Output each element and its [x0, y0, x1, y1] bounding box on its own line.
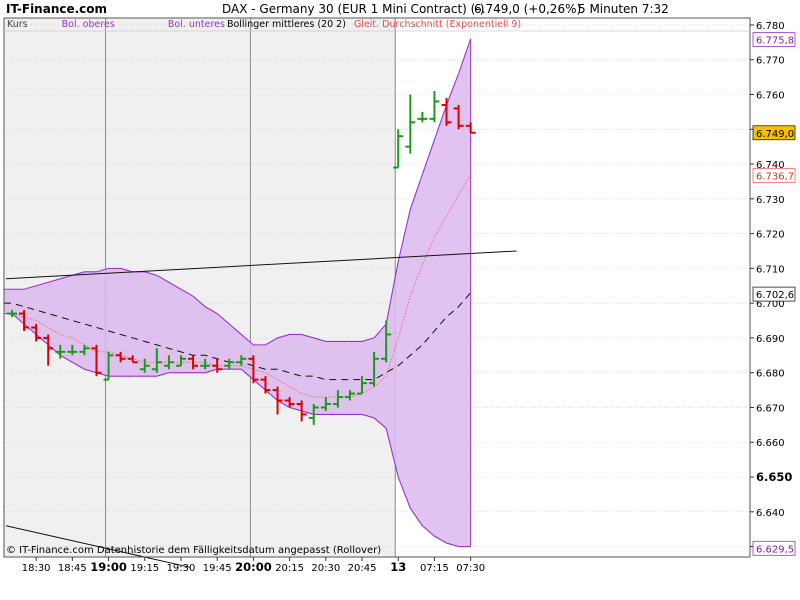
y-tick-label: 6.640	[756, 508, 785, 519]
price-label-text: 6.736,7	[756, 172, 794, 183]
instrument-title: DAX - Germany 30 (EUR 1 Mini Contract) (…	[222, 2, 484, 16]
y-tick-label: 6.690	[756, 334, 785, 345]
legend-item: Kurs	[7, 19, 28, 30]
x-tick-label: 07:15	[420, 563, 449, 574]
legend-item: Bollinger mittleres (20 2)	[227, 19, 346, 30]
x-tick-label: 20:00	[235, 560, 272, 574]
y-tick-label: 6.760	[756, 91, 785, 102]
y-tick-label: 6.780	[756, 21, 785, 32]
price-label-ema: 6.736,7	[752, 168, 796, 183]
x-tick-label: 19:00	[90, 560, 127, 574]
y-tick-label: 6.730	[756, 195, 785, 206]
y-tick-label: 6.770	[756, 56, 785, 67]
y-tick-label: 6.670	[756, 403, 785, 414]
price-label-band: 6.629,5	[752, 540, 796, 556]
copyright-note: © IT-Finance.com Datenhistorie dem Fälli…	[6, 545, 381, 556]
y-tick-label: 6.710	[756, 264, 785, 275]
y-tick-label: 6.680	[756, 369, 785, 380]
x-tick-label: 20:45	[348, 563, 377, 574]
legend-item: Bol. oberes	[62, 19, 115, 30]
x-tick-label: 18:45	[58, 563, 87, 574]
chart-window: IT-Finance.com DAX - Germany 30 (EUR 1 M…	[0, 0, 800, 600]
x-axis: 18:30 18:45 19:00 19:15 19:30 19:45 20:00 20:15…	[22, 557, 485, 574]
x-tick-label: 19:45	[203, 563, 232, 574]
price-label-band: 6.775,8	[752, 32, 796, 47]
price-label-text: 6.749,0	[756, 129, 794, 140]
x-tick-label: 13	[390, 560, 406, 574]
price-label-middle: 6.702,6	[752, 286, 796, 302]
x-tick-label: 19:15	[130, 563, 159, 574]
x-tick-label: 20:15	[275, 563, 304, 574]
price-label-last: 6.749,0	[752, 125, 796, 141]
legend-item: Gleit. Durchschnitt (Exponentiell 9)	[354, 19, 521, 30]
last-price-change: 6.749,0 (+0,26%)	[474, 2, 581, 16]
y-tick-label: 6.650	[756, 470, 792, 484]
x-tick-label: 07:30	[456, 563, 485, 574]
price-label-text: 6.775,8	[756, 36, 794, 47]
x-tick-label: 19:30	[167, 563, 196, 574]
x-tick-label: 20:30	[311, 563, 340, 574]
price-label-text: 6.702,6	[756, 290, 794, 301]
x-tick-label: 18:30	[22, 563, 51, 574]
y-tick-label: 6.660	[756, 438, 785, 449]
site-title: IT-Finance.com	[6, 2, 107, 16]
interval-time: 5 Minuten 7:32	[578, 2, 669, 16]
legend-item: Bol. unteres	[168, 19, 225, 30]
dax-chart: IT-Finance.com DAX - Germany 30 (EUR 1 M…	[3, 2, 796, 574]
y-tick-label: 6.720	[756, 230, 785, 241]
price-label-text: 6.629,5	[756, 544, 794, 555]
